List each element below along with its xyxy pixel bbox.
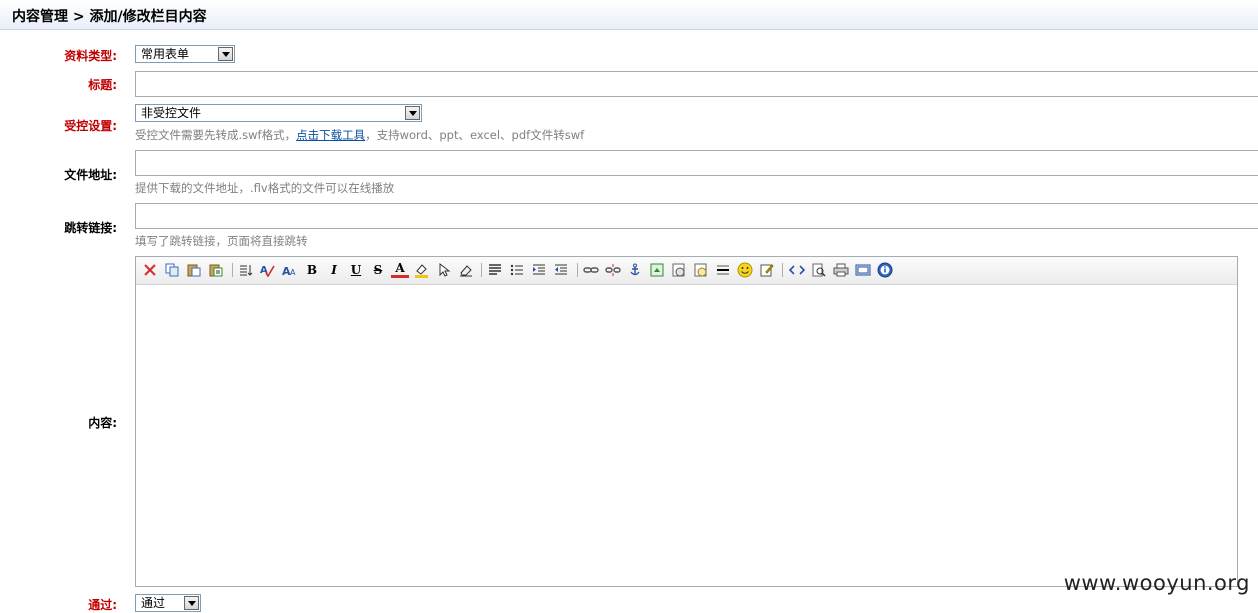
rich-text-editor: A AA B I U S A <box>135 256 1238 587</box>
cut-icon[interactable] <box>141 261 159 279</box>
control-label: 受控设置: <box>64 119 117 133</box>
chevron-down-icon[interactable] <box>184 596 199 610</box>
toolbar-separator <box>577 263 578 277</box>
select-all-icon[interactable] <box>435 261 453 279</box>
toolbar-separator <box>782 263 783 277</box>
file-label: 文件地址: <box>64 168 117 182</box>
image-icon[interactable] <box>648 261 666 279</box>
svg-text:A: A <box>290 268 296 277</box>
redirect-input[interactable] <box>135 203 1258 229</box>
align-icon[interactable] <box>486 261 504 279</box>
toolbar-separator <box>232 263 233 277</box>
control-select-value: 非受控文件 <box>141 106 202 120</box>
breadcrumb: 内容管理 > 添加/修改栏目内容 <box>12 9 207 25</box>
control-hint: 受控文件需要先转成.swf格式，点击下载工具，支持word、ppt、excel、… <box>135 127 584 143</box>
about-icon[interactable] <box>876 261 894 279</box>
chevron-down-icon[interactable] <box>218 47 233 61</box>
paste-icon[interactable] <box>185 261 203 279</box>
eraser-icon[interactable] <box>457 261 475 279</box>
file-hint: 提供下载的文件地址，.flv格式的文件可以在线播放 <box>135 181 395 195</box>
type-select[interactable]: 常用表单 <box>135 45 235 63</box>
media-icon[interactable] <box>692 261 710 279</box>
type-label: 资料类型: <box>64 49 117 63</box>
edit-icon[interactable] <box>758 261 776 279</box>
title-label: 标题: <box>88 78 117 92</box>
editor-content-area[interactable] <box>136 285 1237 586</box>
emoticon-icon[interactable] <box>736 261 754 279</box>
file-url-input[interactable] <box>135 150 1258 176</box>
bold-icon[interactable]: B <box>303 261 321 279</box>
redirect-label: 跳转链接: <box>64 221 117 235</box>
approve-select[interactable]: 通过 <box>135 594 201 612</box>
control-hint-after: ，支持word、ppt、excel、pdf文件转swf <box>365 128 585 142</box>
unlink-icon[interactable] <box>604 261 622 279</box>
breadcrumb-bar: 内容管理 > 添加/修改栏目内容 <box>0 0 1258 30</box>
italic-icon[interactable]: I <box>325 261 343 279</box>
format-block-icon[interactable] <box>237 261 255 279</box>
fullscreen-icon[interactable] <box>854 261 872 279</box>
print-icon[interactable] <box>832 261 850 279</box>
strikethrough-icon[interactable]: S <box>369 261 387 279</box>
toolbar-separator <box>481 263 482 277</box>
editor-toolbar: A AA B I U S A <box>136 257 1237 285</box>
redirect-hint: 填写了跳转链接，页面将直接跳转 <box>135 234 308 248</box>
indent-icon[interactable] <box>530 261 548 279</box>
type-select-value: 常用表单 <box>141 47 190 61</box>
highlight-icon[interactable] <box>413 261 431 279</box>
source-icon[interactable] <box>788 261 806 279</box>
content-label: 内容: <box>88 416 117 430</box>
watermark: www.wooyun.org <box>1063 571 1250 595</box>
outdent-icon[interactable] <box>552 261 570 279</box>
link-icon[interactable] <box>582 261 600 279</box>
font-color-icon[interactable]: A <box>391 261 409 278</box>
font-size-icon[interactable]: AA <box>281 261 299 279</box>
list-icon[interactable] <box>508 261 526 279</box>
title-input[interactable] <box>135 71 1258 97</box>
download-tool-link[interactable]: 点击下载工具 <box>296 128 365 142</box>
control-select[interactable]: 非受控文件 <box>135 104 422 122</box>
spellcheck-icon[interactable]: A <box>259 261 277 279</box>
anchor-icon[interactable] <box>626 261 644 279</box>
horizontal-rule-icon[interactable] <box>714 261 732 279</box>
control-hint-before: 受控文件需要先转成.swf格式， <box>135 128 297 142</box>
preview-icon[interactable] <box>810 261 828 279</box>
chevron-down-icon[interactable] <box>405 106 420 120</box>
underline-icon[interactable]: U <box>347 261 365 279</box>
flash-icon[interactable] <box>670 261 688 279</box>
approve-label: 通过: <box>88 598 117 612</box>
copy-icon[interactable] <box>163 261 181 279</box>
paste-text-icon[interactable] <box>207 261 225 279</box>
